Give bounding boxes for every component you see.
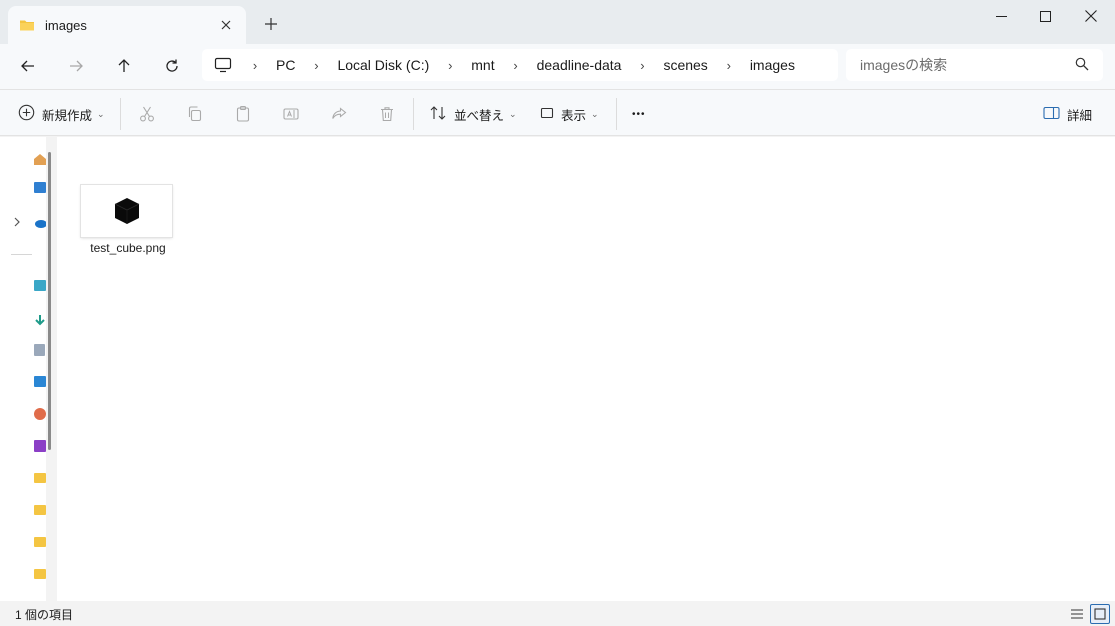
file-thumbnail [81,185,172,237]
command-bar: 新規作成 ⌄ 並べ替え ⌄ 表示 ⌄ ••• 詳細 [0,89,1115,136]
view-button[interactable]: 表示 ⌄ [540,100,599,128]
expand-chevron-icon[interactable] [11,215,23,229]
chevron-down-icon: ⌄ [509,108,517,119]
refresh-button[interactable] [156,52,188,80]
new-tab-button[interactable] [261,14,281,34]
divider [120,98,121,130]
folder-icon[interactable] [34,568,46,580]
desktop-icon[interactable] [34,280,46,292]
more-icon: ••• [632,108,646,120]
status-bar: 1 個の項目 [0,601,1115,626]
documents-icon[interactable] [34,344,46,356]
cube-icon [114,198,139,224]
plus-circle-icon [18,104,35,124]
divider [413,98,414,130]
rename-button[interactable] [279,102,303,126]
copy-icon [188,106,202,122]
gallery-icon[interactable] [34,182,46,194]
downloads-icon[interactable] [34,314,46,326]
title-bar: images [0,0,1115,44]
forward-button[interactable] [60,52,92,80]
rename-icon [283,108,299,120]
close-window-button[interactable] [1068,0,1114,32]
item-count: 1 個の項目 [15,608,74,622]
folder-icon [19,17,35,33]
details-button[interactable]: 詳細 [1043,100,1092,128]
chevron-right-icon: › [314,57,319,73]
music-icon[interactable] [34,408,46,420]
breadcrumb-scenes[interactable]: scenes [654,57,716,73]
tiles-icon [1094,608,1106,620]
paste-button[interactable] [231,102,255,126]
share-button[interactable] [327,102,351,126]
maximize-button[interactable] [1022,0,1068,32]
sort-label: 並べ替え [454,108,505,123]
list-icon [1071,609,1083,619]
new-button[interactable]: 新規作成 ⌄ [18,100,105,128]
folder-icon[interactable] [34,536,46,548]
navigation-row: › PC › Local Disk (C:) › mnt › deadline-… [0,44,1115,89]
breadcrumb-local-disk[interactable]: Local Disk (C:) [328,57,438,73]
minimize-button[interactable] [978,0,1024,32]
sort-button[interactable]: 並べ替え ⌄ [429,100,517,128]
details-view-button[interactable] [1067,604,1087,624]
address-bar[interactable]: › PC › Local Disk (C:) › mnt › deadline-… [202,49,838,81]
clipboard-icon [236,105,250,122]
videos-icon[interactable] [34,440,46,452]
breadcrumb-mnt[interactable]: mnt [462,57,503,73]
more-options-button[interactable]: ••• [632,100,646,128]
scissors-icon [140,106,154,122]
tab-images[interactable]: images [8,6,246,44]
delete-button[interactable] [375,102,399,126]
search-input[interactable] [860,57,1070,73]
chevron-right-icon: › [640,57,645,73]
search-icon[interactable] [1075,57,1091,73]
chevron-right-icon: › [726,57,731,73]
chevron-right-icon: › [448,57,453,73]
nav-scrollbar-thumb[interactable] [48,152,51,450]
sort-icon [429,105,447,124]
trash-icon [381,107,393,122]
back-button[interactable] [12,52,44,80]
content-area: test_cube.png [0,137,1115,601]
large-icons-view-button[interactable] [1090,604,1110,624]
search-box[interactable] [846,49,1103,81]
chevron-right-icon: › [252,57,258,73]
view-icon [540,106,554,123]
breadcrumb-pc[interactable]: PC [267,57,304,73]
chevron-down-icon: ⌄ [591,108,599,119]
pictures-icon[interactable] [34,376,46,388]
details-label: 詳細 [1067,108,1093,123]
details-pane-icon [1043,106,1060,123]
file-item[interactable]: test_cube.png [79,185,175,261]
divider [616,98,617,130]
computer-icon [214,56,232,74]
tab-title: images [45,17,87,33]
nav-divider [11,254,32,255]
folder-icon[interactable] [34,504,46,516]
onedrive-icon[interactable] [34,217,46,229]
cut-button[interactable] [135,102,159,126]
home-icon[interactable] [34,153,46,165]
navigation-pane [0,137,46,601]
view-label: 表示 [561,108,587,123]
new-label: 新規作成 [42,108,93,123]
chevron-right-icon: › [513,57,518,73]
file-name: test_cube.png [90,241,166,255]
copy-button[interactable] [183,102,207,126]
chevron-down-icon: ⌄ [97,108,105,119]
folder-icon[interactable] [34,472,46,484]
close-tab-icon[interactable] [216,15,236,35]
up-button[interactable] [108,52,140,80]
breadcrumb-images[interactable]: images [741,57,804,73]
breadcrumb-deadline-data[interactable]: deadline-data [528,57,631,73]
share-icon [332,107,347,119]
